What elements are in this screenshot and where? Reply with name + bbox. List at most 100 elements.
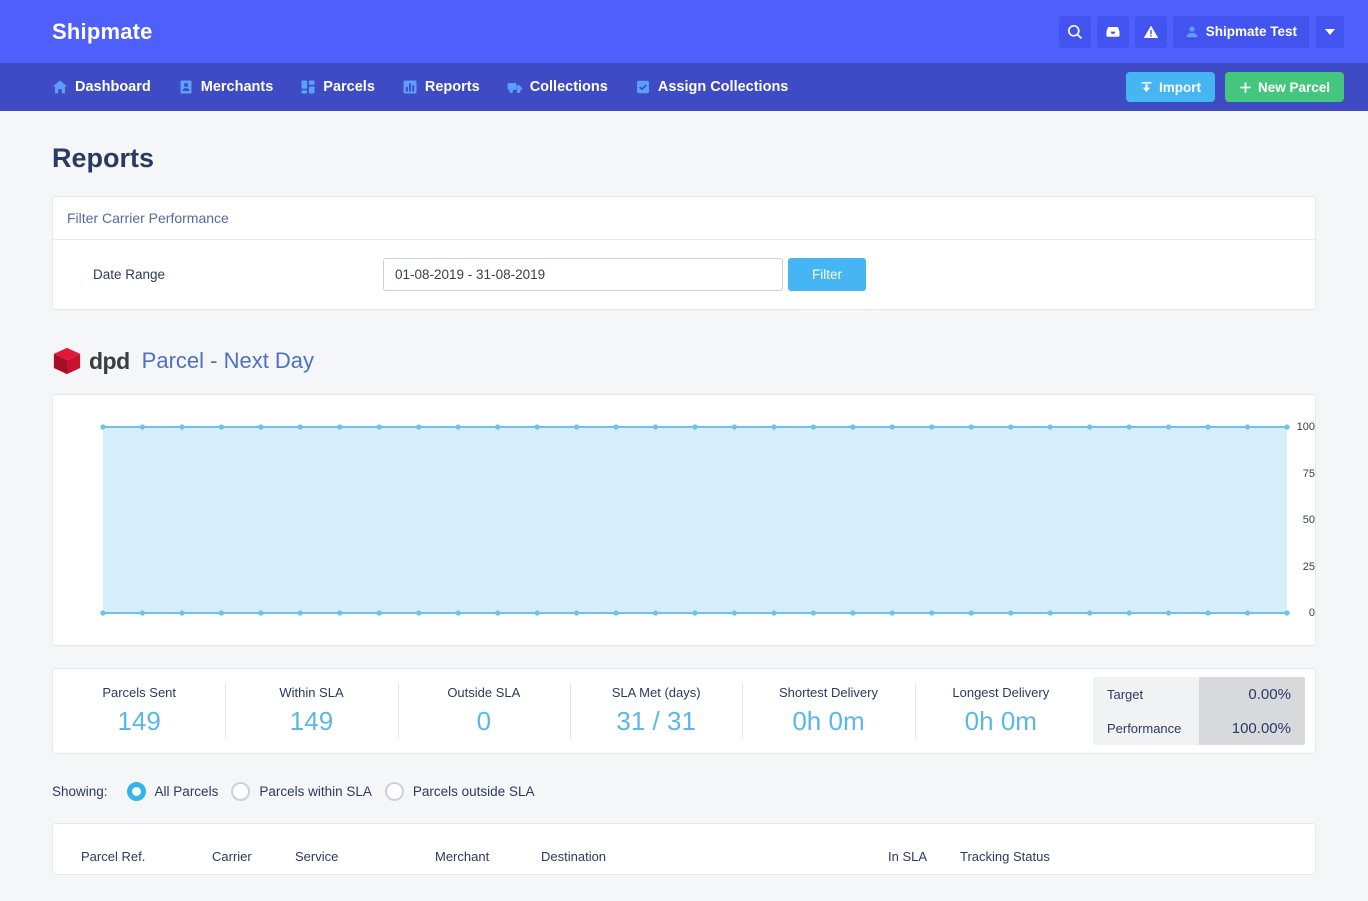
- showing-radio-group: All Parcels Parcels within SLA Parcels out…: [126, 782, 548, 801]
- chart-point[interactable]: [1126, 610, 1132, 616]
- chart-point[interactable]: [613, 610, 619, 616]
- chart-point[interactable]: [692, 424, 698, 430]
- chart-point[interactable]: [495, 610, 501, 616]
- clipboard-check-icon: [636, 80, 649, 94]
- chart-point[interactable]: [1087, 424, 1093, 430]
- chart-point[interactable]: [574, 610, 580, 616]
- chart-point[interactable]: [100, 424, 106, 430]
- radio-indicator[interactable]: [231, 782, 251, 801]
- chart-point[interactable]: [929, 424, 935, 430]
- inbox-icon-button[interactable]: [1096, 15, 1129, 48]
- user-menu-caret[interactable]: [1316, 15, 1344, 48]
- chart-point[interactable]: [534, 610, 540, 616]
- chart-point[interactable]: [968, 424, 974, 430]
- search-icon-button[interactable]: [1058, 15, 1091, 48]
- chart-point[interactable]: [850, 610, 856, 616]
- chart-point[interactable]: [929, 610, 935, 616]
- chart-point[interactable]: [652, 610, 659, 616]
- chart-point[interactable]: [297, 610, 303, 616]
- chart-point[interactable]: [1126, 424, 1132, 430]
- performance-chart: 0 25 50 75 100: [53, 395, 1315, 645]
- nav-label: Collections: [529, 79, 608, 95]
- stat-label: Within SLA: [279, 685, 344, 700]
- chart-point[interactable]: [376, 610, 382, 616]
- chart-point[interactable]: [1047, 424, 1053, 430]
- chart-point[interactable]: [534, 424, 540, 430]
- table-header-1[interactable]: Carrier: [212, 849, 252, 864]
- table-header-0[interactable]: Parcel Ref.: [81, 849, 145, 864]
- new-parcel-button[interactable]: New Parcel: [1224, 72, 1344, 102]
- chart-point[interactable]: [613, 424, 619, 430]
- table-header-4[interactable]: Destination: [541, 849, 606, 864]
- chart-point[interactable]: [179, 610, 185, 616]
- chart-point[interactable]: [1087, 610, 1093, 616]
- chart-point[interactable]: [731, 610, 738, 616]
- chart-point[interactable]: [1166, 424, 1172, 430]
- import-button[interactable]: Import: [1125, 72, 1215, 102]
- chart-point[interactable]: [692, 610, 698, 616]
- chart-point[interactable]: [218, 424, 224, 430]
- chart-point[interactable]: [968, 610, 974, 616]
- chart-point[interactable]: [771, 610, 777, 616]
- showing-radio-1[interactable]: Parcels within SLA: [231, 782, 372, 801]
- chart-point[interactable]: [258, 610, 264, 616]
- chart-point[interactable]: [652, 424, 659, 430]
- stat-value: 149: [117, 706, 161, 736]
- chart-point[interactable]: [218, 610, 224, 616]
- table-header-row: Parcel Ref. Carrier Service Merchant Destina…: [81, 838, 1287, 874]
- table-header-6[interactable]: Tracking Status: [960, 849, 1050, 864]
- chart-point[interactable]: [258, 424, 264, 430]
- table-header-5[interactable]: In SLA: [888, 849, 927, 864]
- chart-point[interactable]: [455, 610, 461, 616]
- user-menu-button[interactable]: Shipmate Test: [1172, 15, 1309, 48]
- nav-item-assign-collections[interactable]: Assign Collections: [635, 79, 788, 95]
- chart-point[interactable]: [376, 424, 382, 430]
- chart-point[interactable]: [495, 424, 501, 430]
- chart-point[interactable]: [850, 424, 856, 430]
- chart-point[interactable]: [337, 424, 343, 430]
- nav-item-reports[interactable]: Reports: [402, 79, 480, 95]
- chart-point[interactable]: [100, 610, 106, 616]
- carrier-heading: dpd Parcel - Next Day: [52, 346, 1316, 376]
- chart-point[interactable]: [337, 610, 343, 616]
- chart-point[interactable]: [1166, 610, 1172, 616]
- nav-item-dashboard[interactable]: Dashboard: [52, 79, 151, 95]
- filter-button[interactable]: Filter: [788, 258, 866, 291]
- alert-icon-button[interactable]: [1134, 15, 1167, 48]
- date-range-input[interactable]: [383, 258, 783, 291]
- filter-card-title: Filter Carrier Performance: [53, 197, 1315, 240]
- showing-radio-0[interactable]: All Parcels: [126, 782, 218, 801]
- nav-item-collections[interactable]: Collections: [507, 79, 608, 95]
- radio-label: Parcels outside SLA: [412, 784, 535, 799]
- truck-icon: [507, 83, 522, 93]
- chart-point[interactable]: [416, 424, 422, 430]
- chart-point[interactable]: [1008, 424, 1014, 430]
- chart-point[interactable]: [455, 424, 461, 430]
- chart-point[interactable]: [810, 610, 817, 616]
- chart-point[interactable]: [1244, 610, 1251, 616]
- nav-item-parcels[interactable]: Parcels: [300, 79, 375, 95]
- radio-indicator[interactable]: [384, 782, 404, 801]
- chart-point[interactable]: [139, 424, 146, 430]
- table-header-3[interactable]: Merchant: [435, 849, 489, 864]
- chart-point[interactable]: [731, 424, 738, 430]
- perf-value: 100.00%: [1198, 711, 1305, 745]
- radio-indicator[interactable]: [126, 782, 146, 801]
- chart-point[interactable]: [1244, 424, 1251, 430]
- nav-item-merchants[interactable]: Merchants: [178, 79, 273, 95]
- chart-point[interactable]: [574, 424, 580, 430]
- chart-point[interactable]: [889, 610, 895, 616]
- chart-point[interactable]: [771, 424, 777, 430]
- chart-point[interactable]: [1205, 424, 1211, 430]
- showing-radio-2[interactable]: Parcels outside SLA: [384, 782, 535, 801]
- chart-point[interactable]: [416, 610, 422, 616]
- chart-point[interactable]: [139, 610, 146, 616]
- chart-point[interactable]: [297, 424, 303, 430]
- chart-point[interactable]: [1047, 610, 1053, 616]
- chart-point[interactable]: [1205, 610, 1211, 616]
- chart-point[interactable]: [810, 424, 817, 430]
- table-header-2[interactable]: Service: [295, 849, 338, 864]
- chart-point[interactable]: [889, 424, 895, 430]
- chart-point[interactable]: [179, 424, 185, 430]
- chart-point[interactable]: [1008, 610, 1014, 616]
